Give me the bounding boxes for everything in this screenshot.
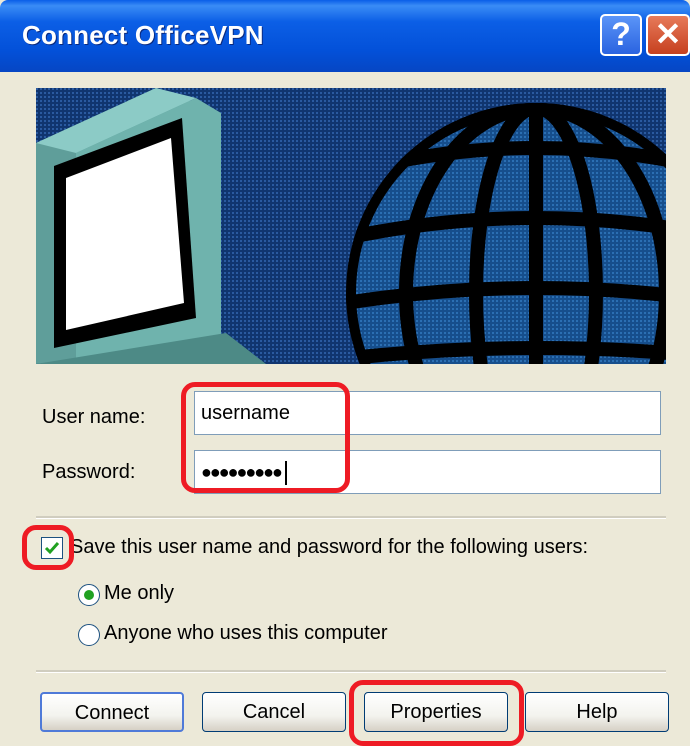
window-title: Connect OfficeVPN — [22, 20, 264, 50]
radio-me-only-label: Me only — [104, 582, 175, 604]
help-title-button[interactable]: ? — [600, 14, 642, 56]
dialog-window: Connect OfficeVPN ? ✕ User name: usernam… — [0, 0, 690, 746]
help-button[interactable]: Help — [525, 692, 669, 732]
highlight-checkbox — [22, 525, 74, 570]
radio-anyone[interactable] — [78, 624, 100, 646]
highlight-credentials — [181, 382, 350, 493]
password-label: Password: — [42, 461, 136, 483]
username-label: User name: — [42, 406, 146, 428]
cancel-button[interactable]: Cancel — [202, 692, 346, 732]
close-button[interactable]: ✕ — [646, 14, 690, 56]
separator-bottom — [36, 670, 666, 673]
radio-selected-dot — [84, 590, 94, 600]
radio-anyone-label: Anyone who uses this computer — [104, 622, 388, 644]
highlight-properties — [349, 680, 524, 746]
title-bar[interactable]: Connect OfficeVPN ? ✕ — [0, 0, 690, 72]
connect-button[interactable]: Connect — [40, 692, 184, 732]
separator-top — [36, 516, 666, 519]
save-credentials-label: Save this user name and password for the… — [70, 536, 589, 558]
vpn-banner-image — [36, 88, 666, 364]
radio-me-only[interactable] — [78, 584, 100, 606]
